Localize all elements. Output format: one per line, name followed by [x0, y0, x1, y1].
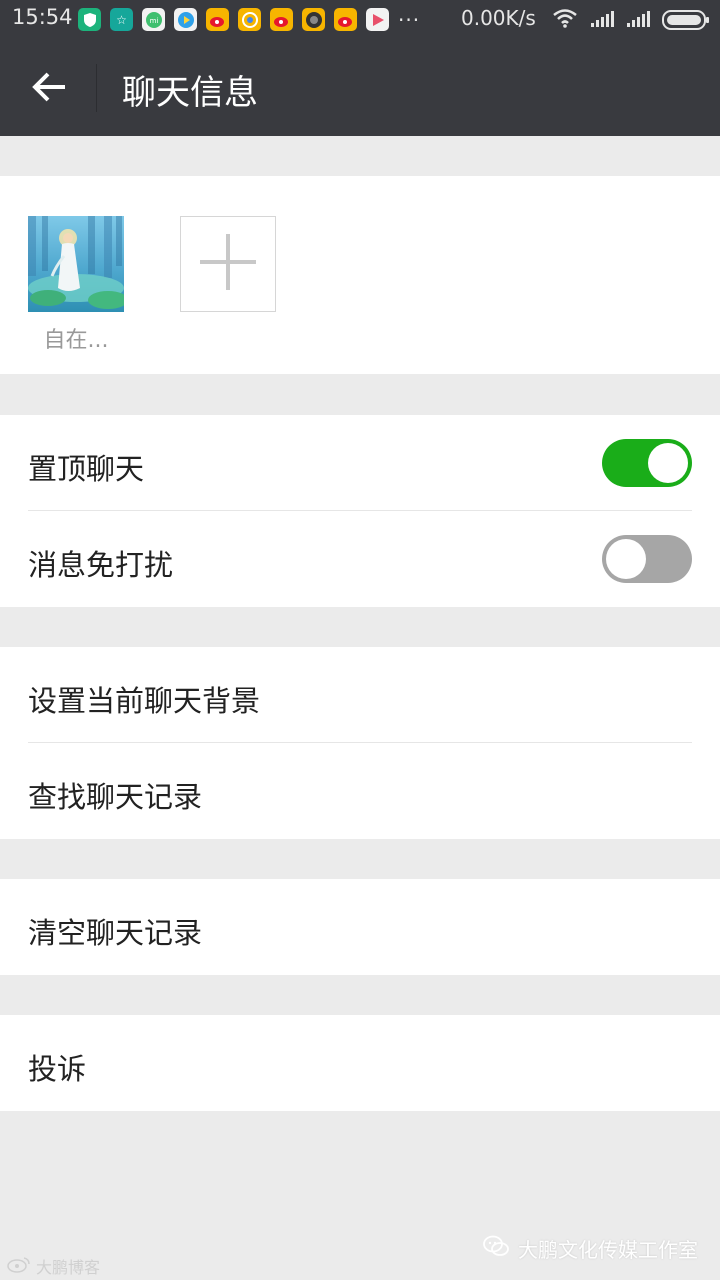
notification-icons: ☆ mi: [78, 8, 389, 31]
chrome-app-icon: [238, 8, 261, 31]
set-background-label: 设置当前聊天背景: [28, 684, 261, 718]
status-bar: 15:54 ☆ mi ... 0.00K/s: [0, 0, 720, 40]
clear-history-label: 清空聊天记录: [28, 916, 203, 950]
chat-tools-group: 设置当前聊天背景 查找聊天记录: [0, 647, 720, 839]
mute-toggle[interactable]: [602, 535, 692, 583]
pin-chat-toggle[interactable]: [602, 439, 692, 487]
camera-app-icon: [302, 8, 325, 31]
toggle-knob: [606, 539, 646, 579]
network-speed: 0.00K/s: [461, 6, 536, 30]
status-more: ...: [398, 2, 421, 26]
page-title: 聊天信息: [122, 73, 258, 113]
watermark-right: 大鹏文化传媒工作室: [482, 1234, 698, 1263]
signal-icon: [590, 10, 616, 32]
signal-icon: [626, 10, 652, 32]
members-panel: 自在...: [0, 176, 720, 374]
search-history-label: 查找聊天记录: [28, 780, 203, 814]
mi-app-icon: mi: [142, 8, 165, 31]
member-name: 自在...: [43, 328, 109, 353]
search-history-row[interactable]: 查找聊天记录: [0, 743, 720, 839]
toggle-knob: [648, 443, 688, 483]
report-label: 投诉: [28, 1052, 87, 1086]
mute-row[interactable]: 消息免打扰: [0, 511, 720, 607]
add-member-button[interactable]: [180, 216, 276, 312]
watermark-left-text: 大鹏博客: [36, 1258, 101, 1277]
mute-label: 消息免打扰: [28, 548, 174, 582]
plus-icon: [198, 232, 258, 296]
status-time: 15:54: [12, 5, 73, 29]
watermark-left: 大鹏博客: [6, 1254, 100, 1278]
watermark-right-text: 大鹏文化传媒工作室: [518, 1238, 698, 1262]
pin-chat-row[interactable]: 置顶聊天: [0, 415, 720, 511]
avatar: [28, 216, 124, 312]
report-group: 投诉: [0, 1015, 720, 1111]
title-divider: [96, 64, 97, 112]
arrow-left-icon: [31, 71, 67, 107]
shield-app-icon: [78, 8, 101, 31]
weibo-app-icon: [334, 8, 357, 31]
title-bar: 聊天信息: [0, 40, 720, 136]
toggle-settings-group: 置顶聊天 消息免打扰: [0, 415, 720, 607]
play-app-icon: [174, 8, 197, 31]
battery-icon: [662, 10, 710, 34]
clear-group: 清空聊天记录: [0, 879, 720, 975]
weibo-app-icon: [270, 8, 293, 31]
back-button[interactable]: [24, 64, 74, 114]
wifi-icon: [552, 8, 578, 32]
star-app-icon: ☆: [110, 8, 133, 31]
report-row[interactable]: 投诉: [0, 1015, 720, 1111]
set-background-row[interactable]: 设置当前聊天背景: [0, 647, 720, 743]
weibo-logo-icon: [6, 1255, 32, 1277]
clear-history-row[interactable]: 清空聊天记录: [0, 879, 720, 975]
svg-text:mi: mi: [149, 17, 158, 25]
wechat-logo-icon: [482, 1234, 510, 1263]
pin-chat-label: 置顶聊天: [28, 452, 145, 486]
member-item[interactable]: 自在...: [28, 216, 124, 354]
playstore-app-icon: [366, 8, 389, 31]
weibo-app-icon: [206, 8, 229, 31]
